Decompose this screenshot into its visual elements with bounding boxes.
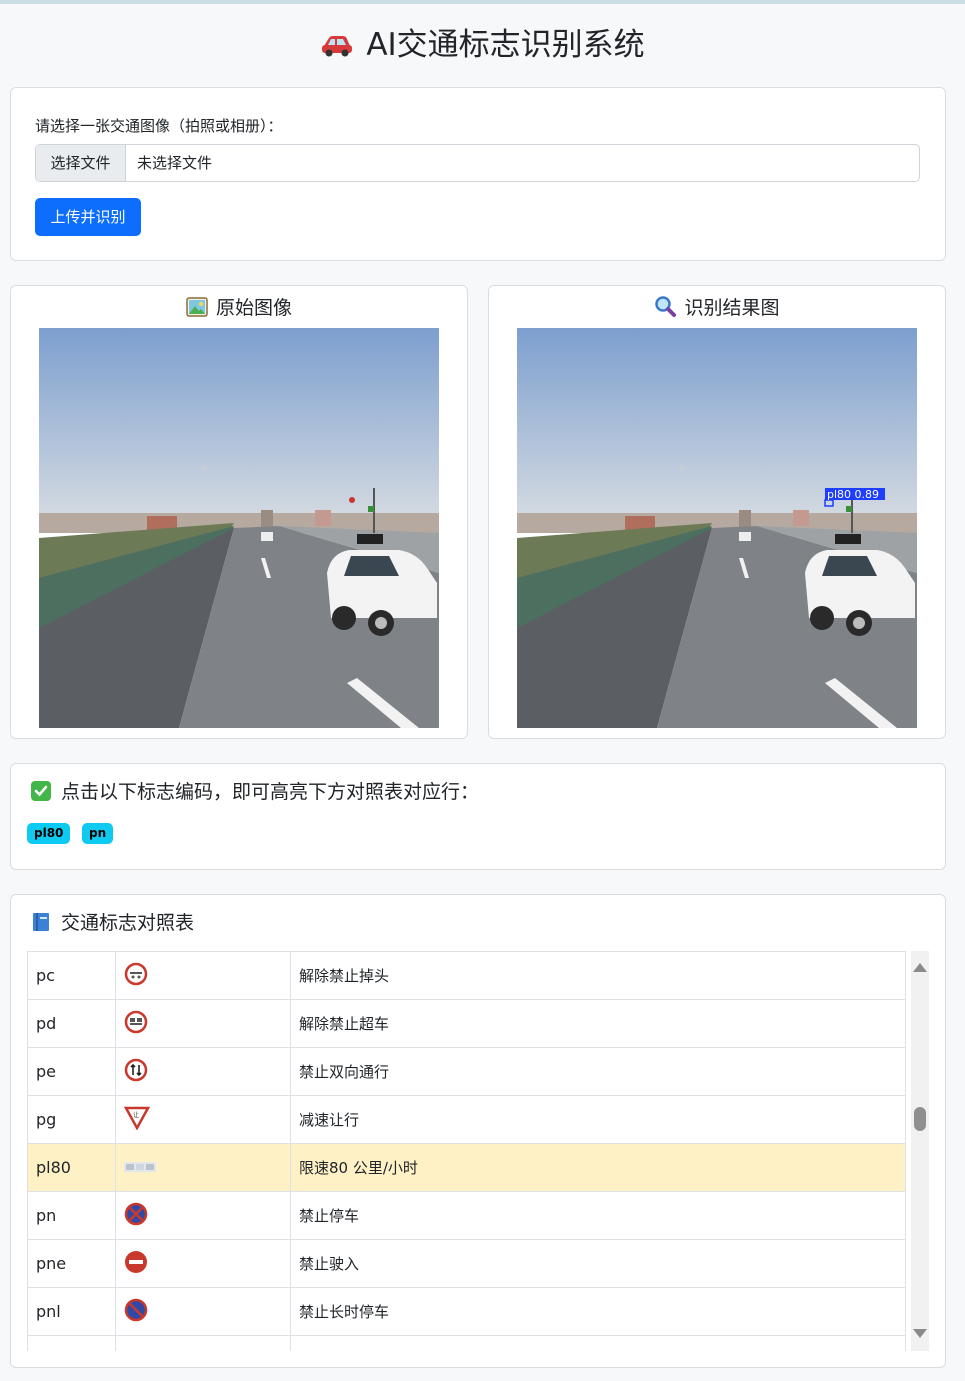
- result-photo: pl80 0.89: [517, 328, 917, 728]
- scroll-thumb[interactable]: [914, 1107, 926, 1131]
- row-desc: 解除禁止超车: [290, 999, 906, 1048]
- no-overtaking-end-sign-icon: [124, 1010, 148, 1038]
- row-code: pe: [27, 1047, 116, 1096]
- no-entry-sign-icon: [124, 1250, 148, 1278]
- file-status: 未选择文件: [137, 154, 213, 172]
- row-desc: 禁止驶入: [290, 1239, 906, 1288]
- row-code: pl80: [27, 1143, 116, 1192]
- upload-recognize-button[interactable]: 上传并识别: [35, 198, 141, 236]
- row-code: pne: [27, 1239, 116, 1288]
- upload-card: 请选择一张交通图像（拍照或相册）： 选择文件 未选择文件 上传并识别: [10, 87, 946, 261]
- table-row: pne 禁止驶入: [27, 1239, 906, 1288]
- result-image-card: 识别结果图 pl80 0.89: [488, 285, 946, 739]
- no-two-way-traffic-sign-icon: [124, 1058, 148, 1086]
- yield-sign-icon: 让: [123, 1106, 151, 1134]
- original-photo: [39, 328, 439, 728]
- table-row: pe 禁止双向通行: [27, 1047, 906, 1096]
- detected-codes-card: 点击以下标志编码，即可高亮下方对照表对应行： pl80 pn: [10, 763, 946, 870]
- original-image-card: 原始图像: [10, 285, 468, 739]
- top-accent-line: [0, 0, 965, 4]
- detected-hint-text: 点击以下标志编码，即可高亮下方对照表对应行：: [61, 781, 480, 803]
- row-code: pd: [27, 999, 116, 1048]
- table-row: pc 解除禁止掉头: [27, 951, 906, 1000]
- result-image-title: 识别结果图: [489, 294, 945, 325]
- result-image-title-text: 识别结果图: [684, 297, 780, 319]
- picture-icon: [186, 297, 208, 325]
- no-long-parking-sign-icon: [124, 1298, 148, 1326]
- reference-table-title: 交通标志对照表: [31, 909, 194, 940]
- check-mark-icon: [31, 781, 51, 809]
- no-parking-sign-icon: [124, 1202, 148, 1230]
- table-row: [27, 1335, 906, 1351]
- table-row: pnl 禁止长时停车: [27, 1287, 906, 1336]
- speed-limit-80-sign-icon: [124, 1159, 156, 1178]
- file-input[interactable]: 选择文件 未选择文件: [35, 144, 920, 182]
- choose-file-button[interactable]: 选择文件: [36, 145, 126, 181]
- row-code: pnl: [27, 1287, 116, 1336]
- reference-table-card: 交通标志对照表 pc 解除禁止掉头 pd 解除禁止超车 pe 禁止双向通行 pg…: [10, 894, 946, 1368]
- reference-table: pc 解除禁止掉头 pd 解除禁止超车 pe 禁止双向通行 pg 让 减速让行 …: [27, 951, 906, 1351]
- detected-hint: 点击以下标志编码，即可高亮下方对照表对应行：: [31, 778, 479, 809]
- table-row: pn 禁止停车: [27, 1191, 906, 1240]
- row-code: pn: [27, 1191, 116, 1240]
- page-title: AI交通标志识别系统: [0, 24, 965, 68]
- table-scrollbar[interactable]: [911, 951, 929, 1351]
- svg-text:让: 让: [133, 1111, 139, 1119]
- table-row: pd 解除禁止超车: [27, 999, 906, 1048]
- upload-label: 请选择一张交通图像（拍照或相册）：: [35, 117, 283, 135]
- row-desc: 禁止停车: [290, 1191, 906, 1240]
- code-badge-pl80[interactable]: pl80: [27, 823, 71, 844]
- reference-table-scroll[interactable]: pc 解除禁止掉头 pd 解除禁止超车 pe 禁止双向通行 pg 让 减速让行 …: [27, 951, 929, 1351]
- scroll-down-arrow-icon[interactable]: [913, 1329, 927, 1338]
- page-title-text: AI交通标志识别系统: [366, 27, 645, 63]
- row-desc: 禁止长时停车: [290, 1287, 906, 1336]
- table-row-highlighted: pl80 限速80 公里/小时: [27, 1143, 906, 1192]
- scroll-up-arrow-icon[interactable]: [913, 963, 927, 972]
- row-desc: 限速80 公里/小时: [290, 1143, 906, 1192]
- row-desc: 解除禁止掉头: [290, 951, 906, 1000]
- detection-label: pl80 0.89: [827, 488, 879, 501]
- row-desc: 禁止双向通行: [290, 1047, 906, 1096]
- original-image-title-text: 原始图像: [215, 297, 292, 319]
- reference-table-title-text: 交通标志对照表: [61, 912, 195, 934]
- book-icon: [31, 912, 51, 940]
- row-code: pc: [27, 951, 116, 1000]
- car-icon: [320, 26, 354, 68]
- row-code: pg: [27, 1095, 116, 1144]
- row-desc: 减速让行: [290, 1095, 906, 1144]
- original-image-title: 原始图像: [11, 294, 467, 325]
- code-badge-pn[interactable]: pn: [82, 823, 114, 844]
- no-u-turn-end-sign-icon: [124, 962, 148, 990]
- table-row: pg 让 减速让行: [27, 1095, 906, 1144]
- magnifier-icon: [654, 295, 677, 325]
